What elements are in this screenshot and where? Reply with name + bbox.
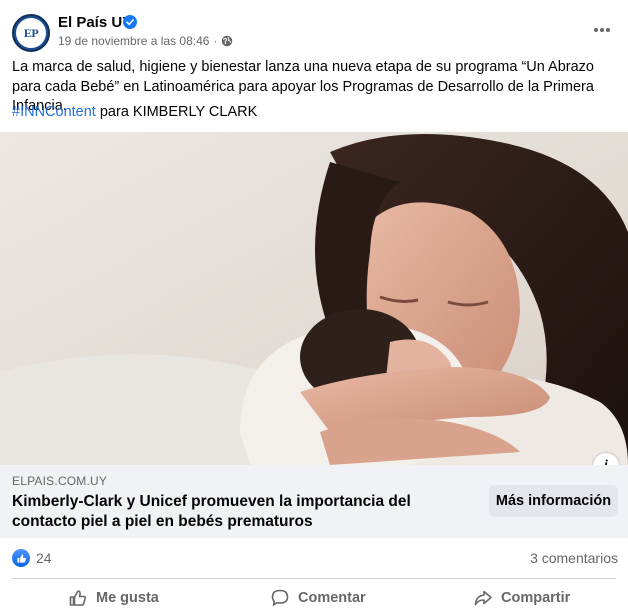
- reaction-summary[interactable]: 24: [12, 549, 52, 567]
- comment-icon: [271, 589, 289, 606]
- like-label: Me gusta: [96, 590, 159, 606]
- like-icon: [69, 590, 87, 606]
- feed-post: EP El País UY 19 de noviembre a las 08:4…: [0, 0, 628, 607]
- more-info-button[interactable]: Más información: [489, 485, 618, 517]
- page-name-link[interactable]: El País UY: [58, 14, 132, 31]
- tagline-text: para KIMBERLY CLARK: [95, 104, 258, 120]
- share-button[interactable]: Compartir: [473, 584, 570, 612]
- like-button[interactable]: Me gusta: [68, 584, 159, 612]
- link-preview[interactable]: ELPAIS.COM.UY Kimberly-Clark y Unicef pr…: [0, 465, 628, 538]
- link-title[interactable]: Kimberly-Clark y Unicef promueven la imp…: [12, 492, 442, 532]
- globe-icon[interactable]: [221, 35, 233, 47]
- avatar-logo-text: EP: [23, 25, 39, 40]
- post-image[interactable]: [0, 132, 628, 465]
- page-avatar[interactable]: EP: [12, 14, 50, 52]
- comment-button[interactable]: Comentar: [270, 584, 366, 612]
- link-domain: ELPAIS.COM.UY: [12, 474, 108, 488]
- hashtag-link[interactable]: #INNContent: [12, 104, 96, 120]
- actions-divider: [12, 578, 616, 579]
- verified-icon: [123, 15, 137, 29]
- post-timestamp[interactable]: 19 de noviembre a las 08:46: [58, 34, 209, 48]
- reaction-count: 24: [36, 550, 52, 566]
- mother-baby-photo: [0, 132, 628, 465]
- like-reaction-icon: [12, 549, 30, 567]
- post-tagline: #INNContent para KIMBERLY CLARK: [12, 103, 257, 123]
- more-options-icon[interactable]: [592, 20, 612, 40]
- comment-label: Comentar: [298, 590, 366, 606]
- share-label: Compartir: [501, 590, 571, 606]
- meta-separator: ·: [213, 34, 218, 48]
- post-meta: 19 de noviembre a las 08:46 ·: [58, 34, 233, 48]
- comments-count-link[interactable]: 3 comentarios: [530, 550, 618, 566]
- share-icon: [474, 590, 492, 606]
